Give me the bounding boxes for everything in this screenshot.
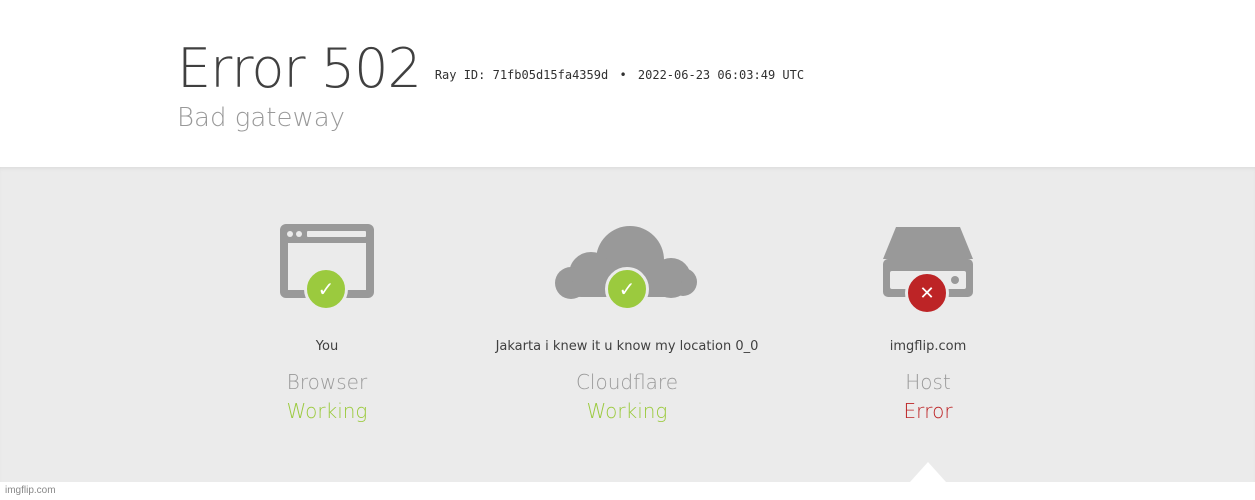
browser-icon: ✓ <box>177 219 477 319</box>
ray-separator: • <box>619 68 627 82</box>
cloud-icon: ✓ <box>477 219 777 319</box>
active-node-pointer <box>910 462 946 482</box>
server-icon: ✕ <box>778 219 1078 319</box>
node-status: Working <box>586 399 668 423</box>
node-location: imgflip.com <box>889 339 967 354</box>
ray-timestamp: 2022-06-23 06:03:49 UTC <box>637 68 805 82</box>
node-role: Cloudflare <box>575 370 679 394</box>
node-role: Browser <box>286 370 368 394</box>
ray-id: Ray ID: 71fb05d15fa4359d <box>434 68 609 82</box>
error-x-icon: ✕ <box>905 271 949 315</box>
ray-info: Ray ID: 71fb05d15fa4359d • 2022-06-23 06… <box>435 68 804 82</box>
node-location: Jakarta i knew it u know my location 0_0 <box>495 339 759 354</box>
working-check-icon: ✓ <box>605 267 649 311</box>
node-cloudflare: ✓ Jakarta i knew it u know my location 0… <box>477 167 777 457</box>
node-browser: ✓ You Browser Working <box>177 167 477 457</box>
node-host: ✕ imgflip.com Host Error <box>778 167 1078 457</box>
error-subtitle: Bad gateway <box>177 103 346 133</box>
node-location: You <box>315 339 339 354</box>
working-check-icon: ✓ <box>304 267 348 311</box>
node-status: Error <box>903 399 953 423</box>
node-role: Host <box>905 370 951 394</box>
title-row: Error 502 Ray ID: 71fb05d15fa4359d • 202… <box>177 38 804 100</box>
error-title: Error 502 <box>177 37 422 100</box>
node-status: Working <box>286 399 368 423</box>
error-header: Error 502 Ray ID: 71fb05d15fa4359d • 202… <box>0 0 1255 167</box>
watermark: imgflip.com <box>5 485 56 496</box>
